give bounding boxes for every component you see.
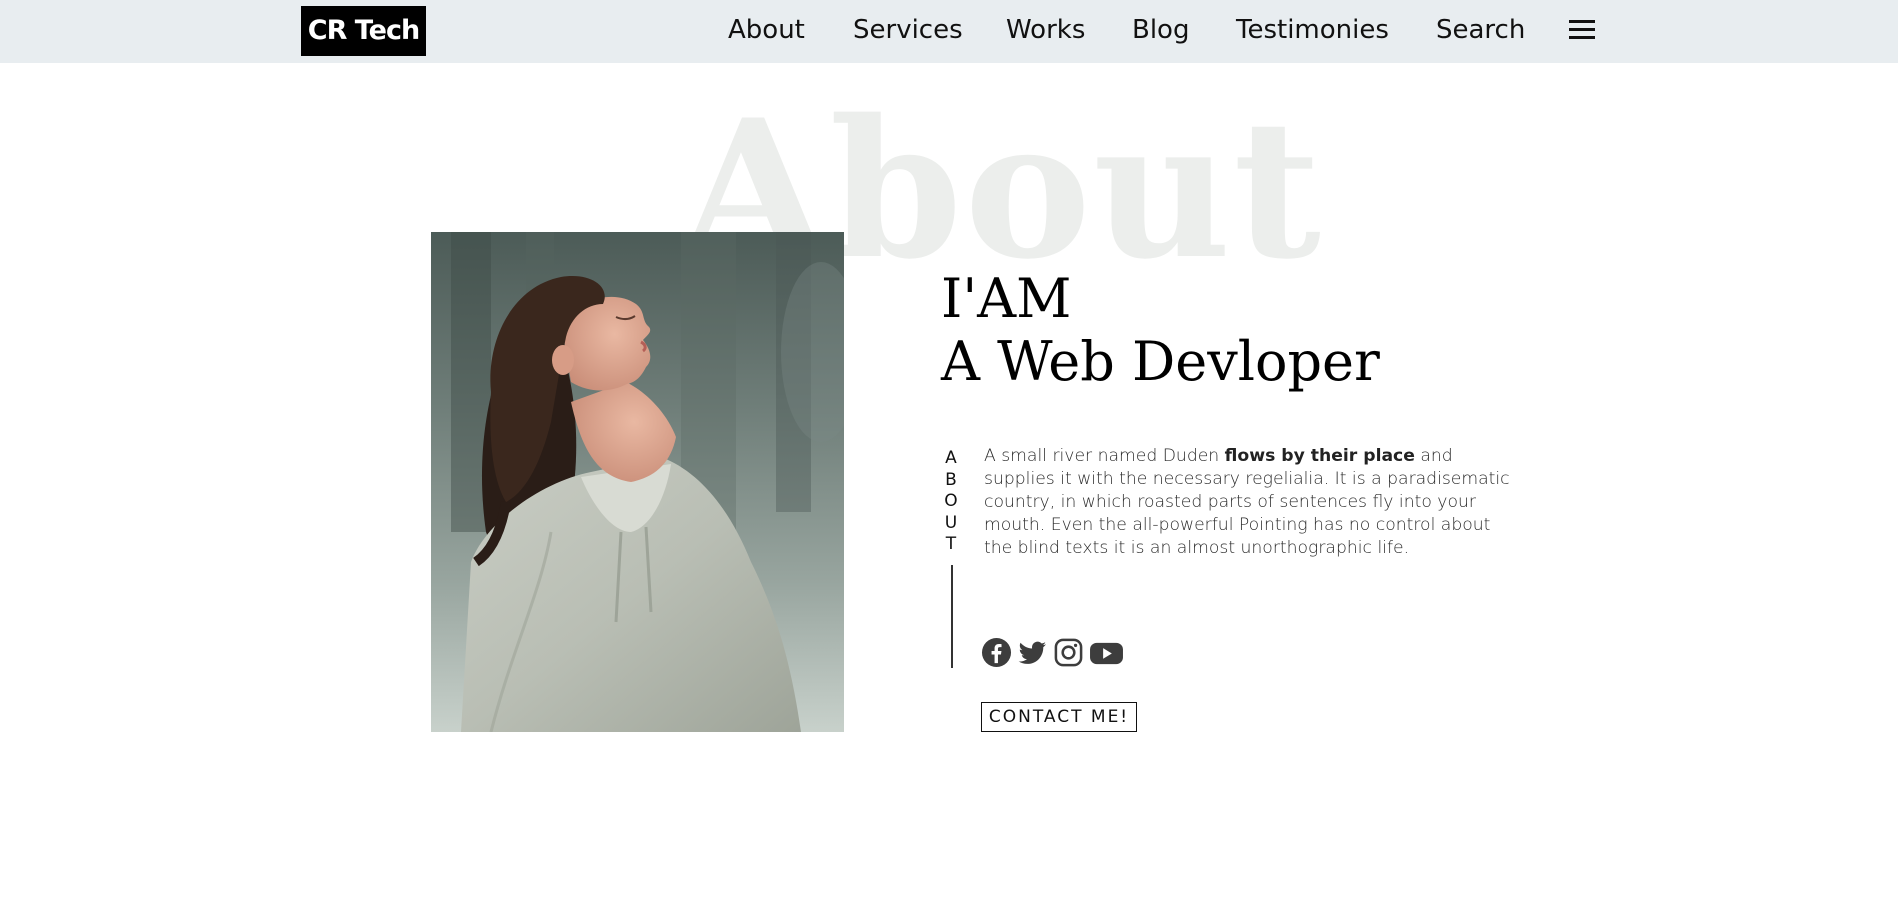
- about-description: A small river named Duden flows by their…: [984, 445, 1524, 560]
- nav-link-about[interactable]: About: [728, 13, 805, 47]
- vertical-label-letter: B: [945, 469, 957, 490]
- heading-line-1: I'AM: [941, 267, 1072, 330]
- hamburger-menu-icon[interactable]: [1569, 18, 1595, 42]
- twitter-icon[interactable]: [1017, 637, 1048, 668]
- nav-link-works[interactable]: Works: [1006, 13, 1085, 47]
- vertical-label-letter: T: [945, 534, 957, 554]
- nav-link-blog[interactable]: Blog: [1132, 13, 1189, 47]
- nav-link-search[interactable]: Search: [1436, 13, 1525, 47]
- navbar: CR Tech About Services Works Blog Testim…: [0, 0, 1898, 63]
- description-text-start: A small river named Duden: [984, 446, 1225, 466]
- portrait-photo: [431, 232, 844, 732]
- nav-link-services[interactable]: Services: [853, 13, 963, 47]
- instagram-icon[interactable]: [1053, 637, 1084, 668]
- youtube-icon[interactable]: [1089, 637, 1123, 668]
- contact-button[interactable]: CONTACT ME!: [981, 702, 1137, 732]
- vertical-label-letter: U: [944, 512, 958, 533]
- heading-line-2: A Web Devloper: [941, 330, 1380, 393]
- vertical-label-letter: O: [944, 491, 958, 511]
- nav-link-testimonies[interactable]: Testimonies: [1236, 13, 1389, 47]
- facebook-icon[interactable]: [981, 637, 1012, 668]
- vertical-divider: [951, 565, 953, 668]
- brand-logo[interactable]: CR Tech: [301, 6, 426, 56]
- vertical-label-letter: A: [945, 448, 957, 468]
- description-highlight: flows by their place: [1224, 446, 1415, 466]
- vertical-about-label: ABOUT: [940, 448, 962, 556]
- hero-heading: I'AM A Web Devloper: [941, 268, 1380, 394]
